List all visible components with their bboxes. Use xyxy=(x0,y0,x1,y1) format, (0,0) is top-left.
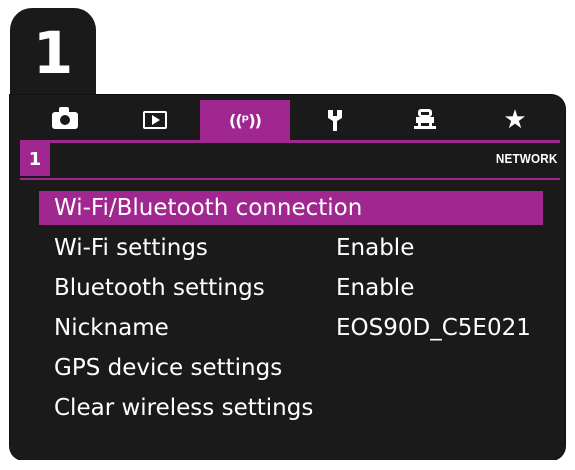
tab-playback[interactable] xyxy=(110,100,200,140)
menu-header: 1 NETWORK xyxy=(20,140,560,176)
menu-item-label: Clear wireless settings xyxy=(54,395,314,421)
menu-item-label: Bluetooth settings xyxy=(54,275,265,301)
tab-custom-functions[interactable] xyxy=(380,100,470,140)
menu-item-nickname[interactable]: Nickname EOS90D_C5E021 xyxy=(36,308,546,348)
menu-tab-bar: ((ᵖ)) ★ xyxy=(20,100,560,140)
menu-item-value: Enable xyxy=(336,235,415,261)
section-title: NETWORK xyxy=(496,151,558,166)
menu-item-label: Nickname xyxy=(54,315,169,341)
menu-item-label: Wi-Fi settings xyxy=(54,235,208,261)
page-bottom-margin xyxy=(0,460,575,470)
menu-item-label: Wi-Fi/Bluetooth connection xyxy=(54,195,363,221)
tab-wireless[interactable]: ((ᵖ)) xyxy=(200,100,290,140)
custom-function-icon xyxy=(412,109,438,131)
page-number: 1 xyxy=(20,143,50,176)
menu-item-bluetooth-settings[interactable]: Bluetooth settings Enable xyxy=(36,268,546,308)
tab-shooting[interactable] xyxy=(20,100,110,140)
camera-icon xyxy=(52,106,78,129)
menu-item-wifi-bluetooth-connection[interactable]: Wi-Fi/Bluetooth connection xyxy=(36,188,546,228)
menu-list: Wi-Fi/Bluetooth connection Wi-Fi setting… xyxy=(36,188,546,428)
tab-setup[interactable] xyxy=(290,100,380,140)
tab-my-menu[interactable]: ★ xyxy=(470,100,560,140)
menu-item-gps-device-settings[interactable]: GPS device settings xyxy=(36,348,546,388)
menu-item-label: GPS device settings xyxy=(54,355,283,381)
header-divider xyxy=(20,178,560,180)
star-icon: ★ xyxy=(503,105,527,135)
playback-icon xyxy=(143,111,167,129)
menu-item-value: EOS90D_C5E021 xyxy=(336,315,531,341)
wrench-icon xyxy=(324,108,346,132)
wireless-icon: ((ᵖ)) xyxy=(229,110,262,130)
menu-item-clear-wireless-settings[interactable]: Clear wireless settings xyxy=(36,388,546,428)
step-number: 1 xyxy=(32,19,74,87)
step-number-badge: 1 xyxy=(10,8,96,98)
menu-item-value: Enable xyxy=(336,275,415,301)
menu-item-wifi-settings[interactable]: Wi-Fi settings Enable xyxy=(36,228,546,268)
